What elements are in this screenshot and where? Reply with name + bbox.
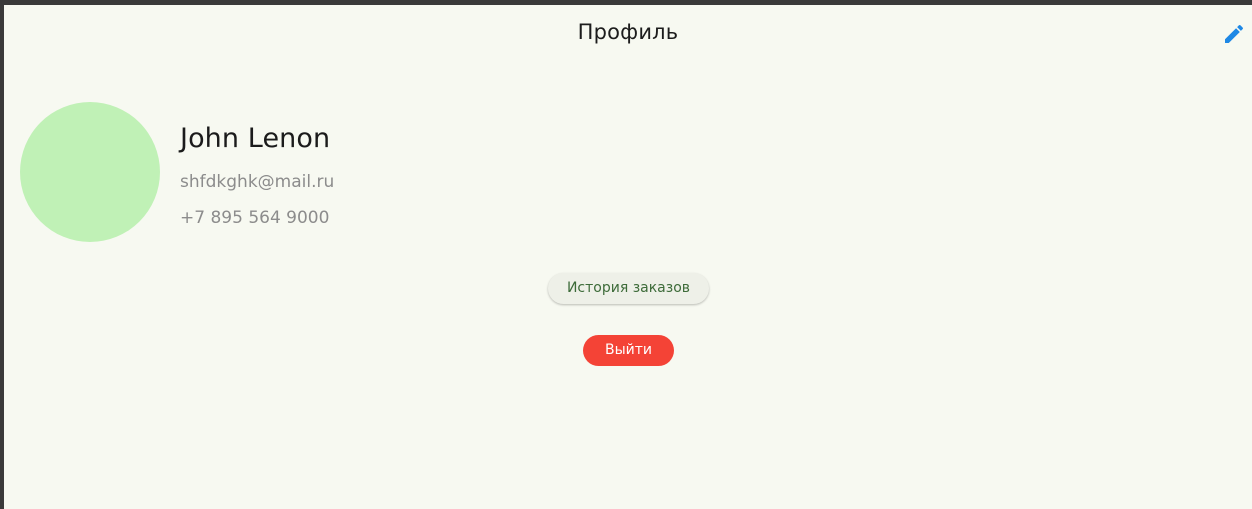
pencil-icon [1225,24,1244,43]
edit-profile-button[interactable] [1222,22,1246,46]
app-bar: Профиль [4,5,1252,61]
user-email: shfdkghk@mail.ru [180,172,335,192]
app-window: Профиль John Lenon shfdkghk@mail.ru +7 8… [4,5,1252,509]
profile-card: John Lenon shfdkghk@mail.ru +7 895 564 9… [20,102,620,242]
page-title: Профиль [577,20,679,44]
order-history-button[interactable]: История заказов [548,273,709,304]
user-name: John Lenon [180,123,331,154]
avatar [20,102,160,242]
user-phone: +7 895 564 9000 [180,208,330,228]
logout-button[interactable]: Выйти [583,335,674,366]
